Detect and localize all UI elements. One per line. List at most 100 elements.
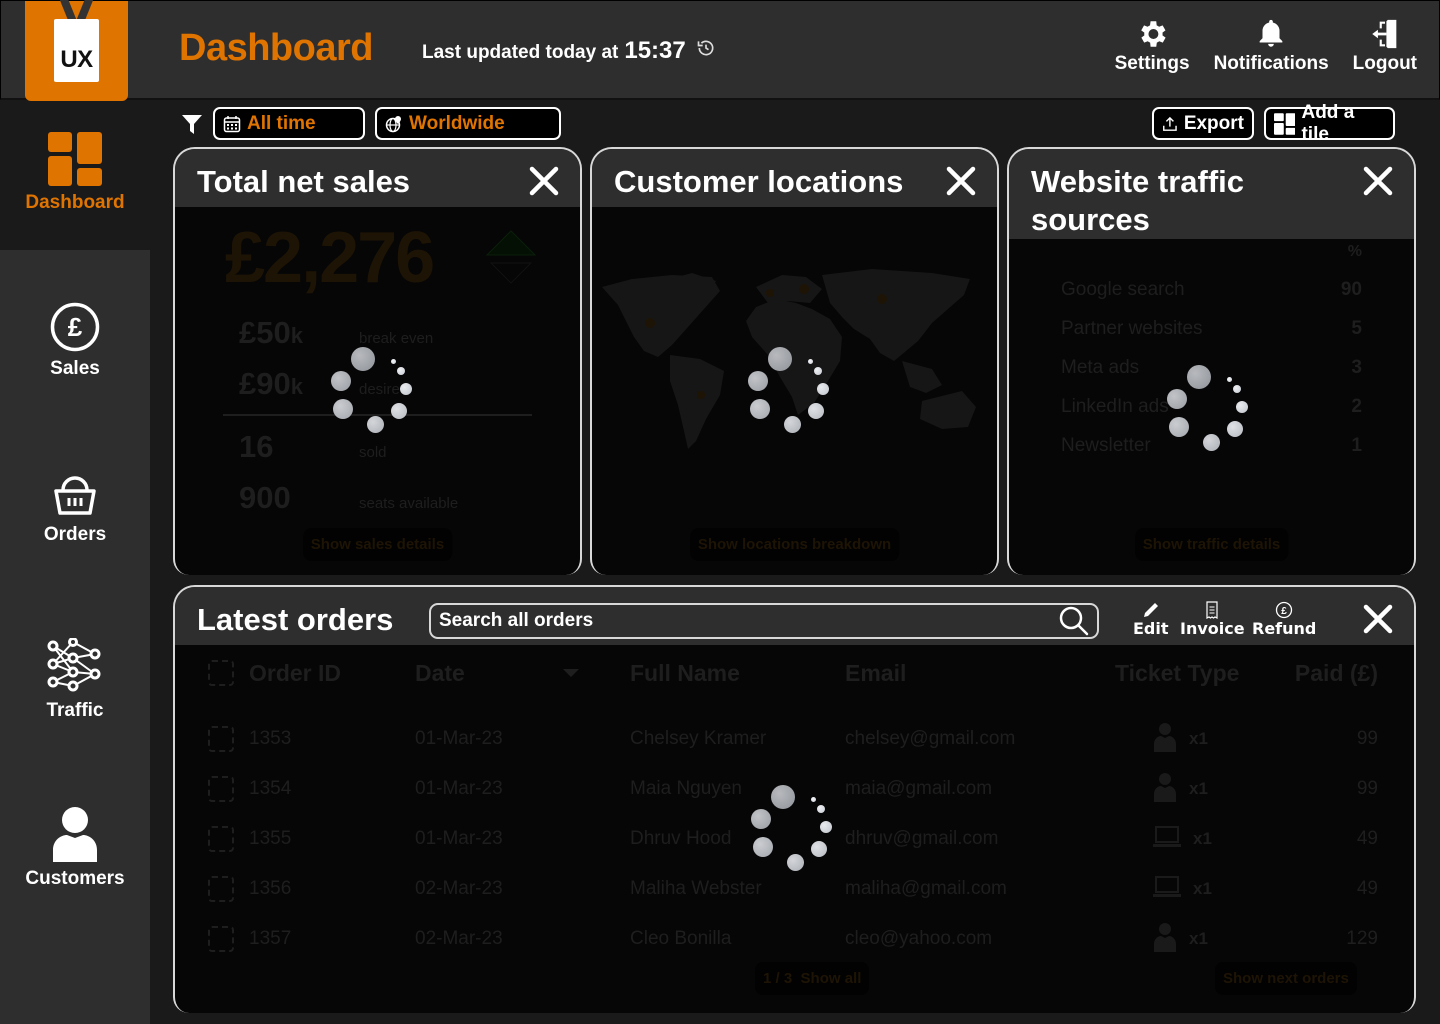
tile-customer-locations: Customer locations Show locations breakd… xyxy=(590,147,999,575)
ticket-quantity: x1 xyxy=(1193,879,1212,898)
column-header[interactable]: Order ID xyxy=(249,660,341,687)
filter-icon[interactable] xyxy=(180,112,204,136)
stat-suffix: k xyxy=(290,374,303,399)
stat-value: £50 xyxy=(239,315,291,350)
spinner-dot xyxy=(807,358,813,364)
table-row[interactable]: 1357 02-Mar-23 Cleo Bonilla cleo@yahoo.com x… xyxy=(175,919,1414,959)
sidebar-item-dashboard[interactable]: Dashboard xyxy=(0,100,150,250)
edit-button[interactable]: Edit xyxy=(1133,601,1169,638)
logout-label: Logout xyxy=(1352,53,1417,74)
stat-label: break even xyxy=(359,330,434,347)
calendar-icon xyxy=(223,115,241,132)
unit-label: % xyxy=(1347,243,1362,260)
invoice-button[interactable]: Invoice xyxy=(1180,601,1245,638)
sidebar-item-traffic[interactable]: Traffic xyxy=(0,638,150,722)
loading-spinner xyxy=(748,347,832,433)
spinner-dot xyxy=(1187,365,1211,389)
spinner-dot xyxy=(1169,417,1189,437)
order-date: 01-Mar-23 xyxy=(415,728,503,749)
column-header[interactable]: Ticket Type xyxy=(1115,660,1239,687)
traffic-row: Google search 90 xyxy=(1061,279,1362,301)
spinner-dot xyxy=(366,415,384,433)
ticket-quantity: x1 xyxy=(1189,779,1208,798)
sidebar-label: Sales xyxy=(50,358,100,379)
spinner-dot xyxy=(753,837,773,857)
region-filter-dropdown[interactable]: Worldwide xyxy=(375,107,561,140)
person-icon xyxy=(1153,922,1177,957)
tile-title: Total net sales xyxy=(197,164,411,199)
notifications-label: Notifications xyxy=(1213,53,1329,74)
order-id: 1353 xyxy=(249,728,292,749)
notifications-button[interactable]: Notifications xyxy=(1214,17,1329,75)
tile-header: Customer locations xyxy=(592,149,997,207)
tile-title: Latest orders xyxy=(197,602,394,637)
sidebar-label: Dashboard xyxy=(25,192,125,213)
sort-descending-icon[interactable] xyxy=(563,669,579,677)
select-all-checkbox[interactable] xyxy=(208,660,234,686)
logout-icon xyxy=(1372,19,1397,49)
region-filter-value: Worldwide xyxy=(409,112,505,134)
settings-button[interactable]: Settings xyxy=(1115,17,1190,75)
close-icon[interactable] xyxy=(1362,603,1394,635)
person-icon xyxy=(53,807,97,862)
show-sales-details-button[interactable]: Show sales details xyxy=(302,528,453,561)
basket-icon xyxy=(54,476,96,515)
close-icon[interactable] xyxy=(528,165,560,197)
spinner-dot xyxy=(817,805,825,813)
order-id: 1355 xyxy=(249,828,292,849)
ticket-type: x1 xyxy=(1153,922,1208,957)
close-icon[interactable] xyxy=(945,165,977,197)
show-next-orders-button[interactable]: Show next orders xyxy=(1215,962,1357,995)
order-full-name: Chelsey Kramer xyxy=(630,728,767,749)
sidebar-item-orders[interactable]: Orders xyxy=(0,474,150,546)
stat-value: £90 xyxy=(239,366,291,401)
row-checkbox[interactable] xyxy=(208,726,234,752)
add-tile-button[interactable]: Add a tile xyxy=(1264,102,1395,145)
show-locations-breakdown-button[interactable]: Show locations breakdown xyxy=(689,528,900,561)
spinner-dot xyxy=(331,371,351,391)
show-traffic-details-button[interactable]: Show traffic details xyxy=(1134,528,1289,561)
export-button[interactable]: Export xyxy=(1152,107,1254,140)
dashboard-grid-icon xyxy=(48,132,102,186)
row-checkbox[interactable] xyxy=(208,926,234,952)
row-checkbox[interactable] xyxy=(208,876,234,902)
column-header[interactable]: Paid (£) xyxy=(1295,660,1378,687)
pagination-show-all[interactable]: 1 / 3 Show all xyxy=(755,962,870,995)
row-checkbox[interactable] xyxy=(208,776,234,802)
spinner-dot xyxy=(750,399,770,419)
column-header[interactable]: Full Name xyxy=(630,660,740,687)
spinner-dot xyxy=(1233,385,1241,393)
close-icon[interactable] xyxy=(1362,165,1394,197)
logo-badge: UX xyxy=(54,19,99,82)
logo[interactable]: UX xyxy=(25,0,128,101)
row-checkbox[interactable] xyxy=(208,826,234,852)
spinner-dot xyxy=(1227,421,1243,437)
sidebar-item-sales[interactable]: £ Sales xyxy=(0,302,150,380)
table-row[interactable]: 1353 01-Mar-23 Chelsey Kramer chelsey@gmail… xyxy=(175,719,1414,759)
logout-button[interactable]: Logout xyxy=(1353,17,1417,75)
ticket-type: x1 xyxy=(1153,825,1212,854)
spinner-dot xyxy=(817,383,829,395)
last-updated-label: Last updated today at xyxy=(422,42,619,63)
refresh-history-icon[interactable] xyxy=(696,38,716,64)
ticket-type: x1 xyxy=(1153,772,1208,807)
table-row[interactable]: 1356 02-Mar-23 Maliha Webster maliha@gmail.… xyxy=(175,869,1414,909)
tile-total-net-sales: Total net sales £2,276 £50k break even £… xyxy=(173,147,582,575)
search-icon[interactable] xyxy=(1059,606,1089,636)
column-header[interactable]: Email xyxy=(845,660,906,687)
order-date: 02-Mar-23 xyxy=(415,928,503,949)
order-full-name: Maliha Webster xyxy=(630,878,762,899)
sidebar-item-customers[interactable]: Customers xyxy=(0,806,150,890)
search-orders-input[interactable] xyxy=(439,610,1059,632)
time-filter-dropdown[interactable]: All time xyxy=(213,107,365,140)
order-email: cleo@yahoo.com xyxy=(845,928,993,949)
order-paid: 49 xyxy=(1356,878,1378,899)
refund-button[interactable]: £ Refund xyxy=(1252,601,1316,638)
ticket-quantity: x1 xyxy=(1193,829,1212,848)
tile-latest-orders: Latest orders Edit Invoice £ Refund Orde… xyxy=(173,585,1416,1013)
traffic-source: Meta ads xyxy=(1061,357,1140,378)
column-header[interactable]: Date xyxy=(415,660,465,687)
spinner-dot xyxy=(333,399,353,419)
search-orders-field[interactable] xyxy=(429,603,1099,639)
table-header-row: Order ID Date Full Name Email Ticket Typ… xyxy=(175,653,1414,693)
